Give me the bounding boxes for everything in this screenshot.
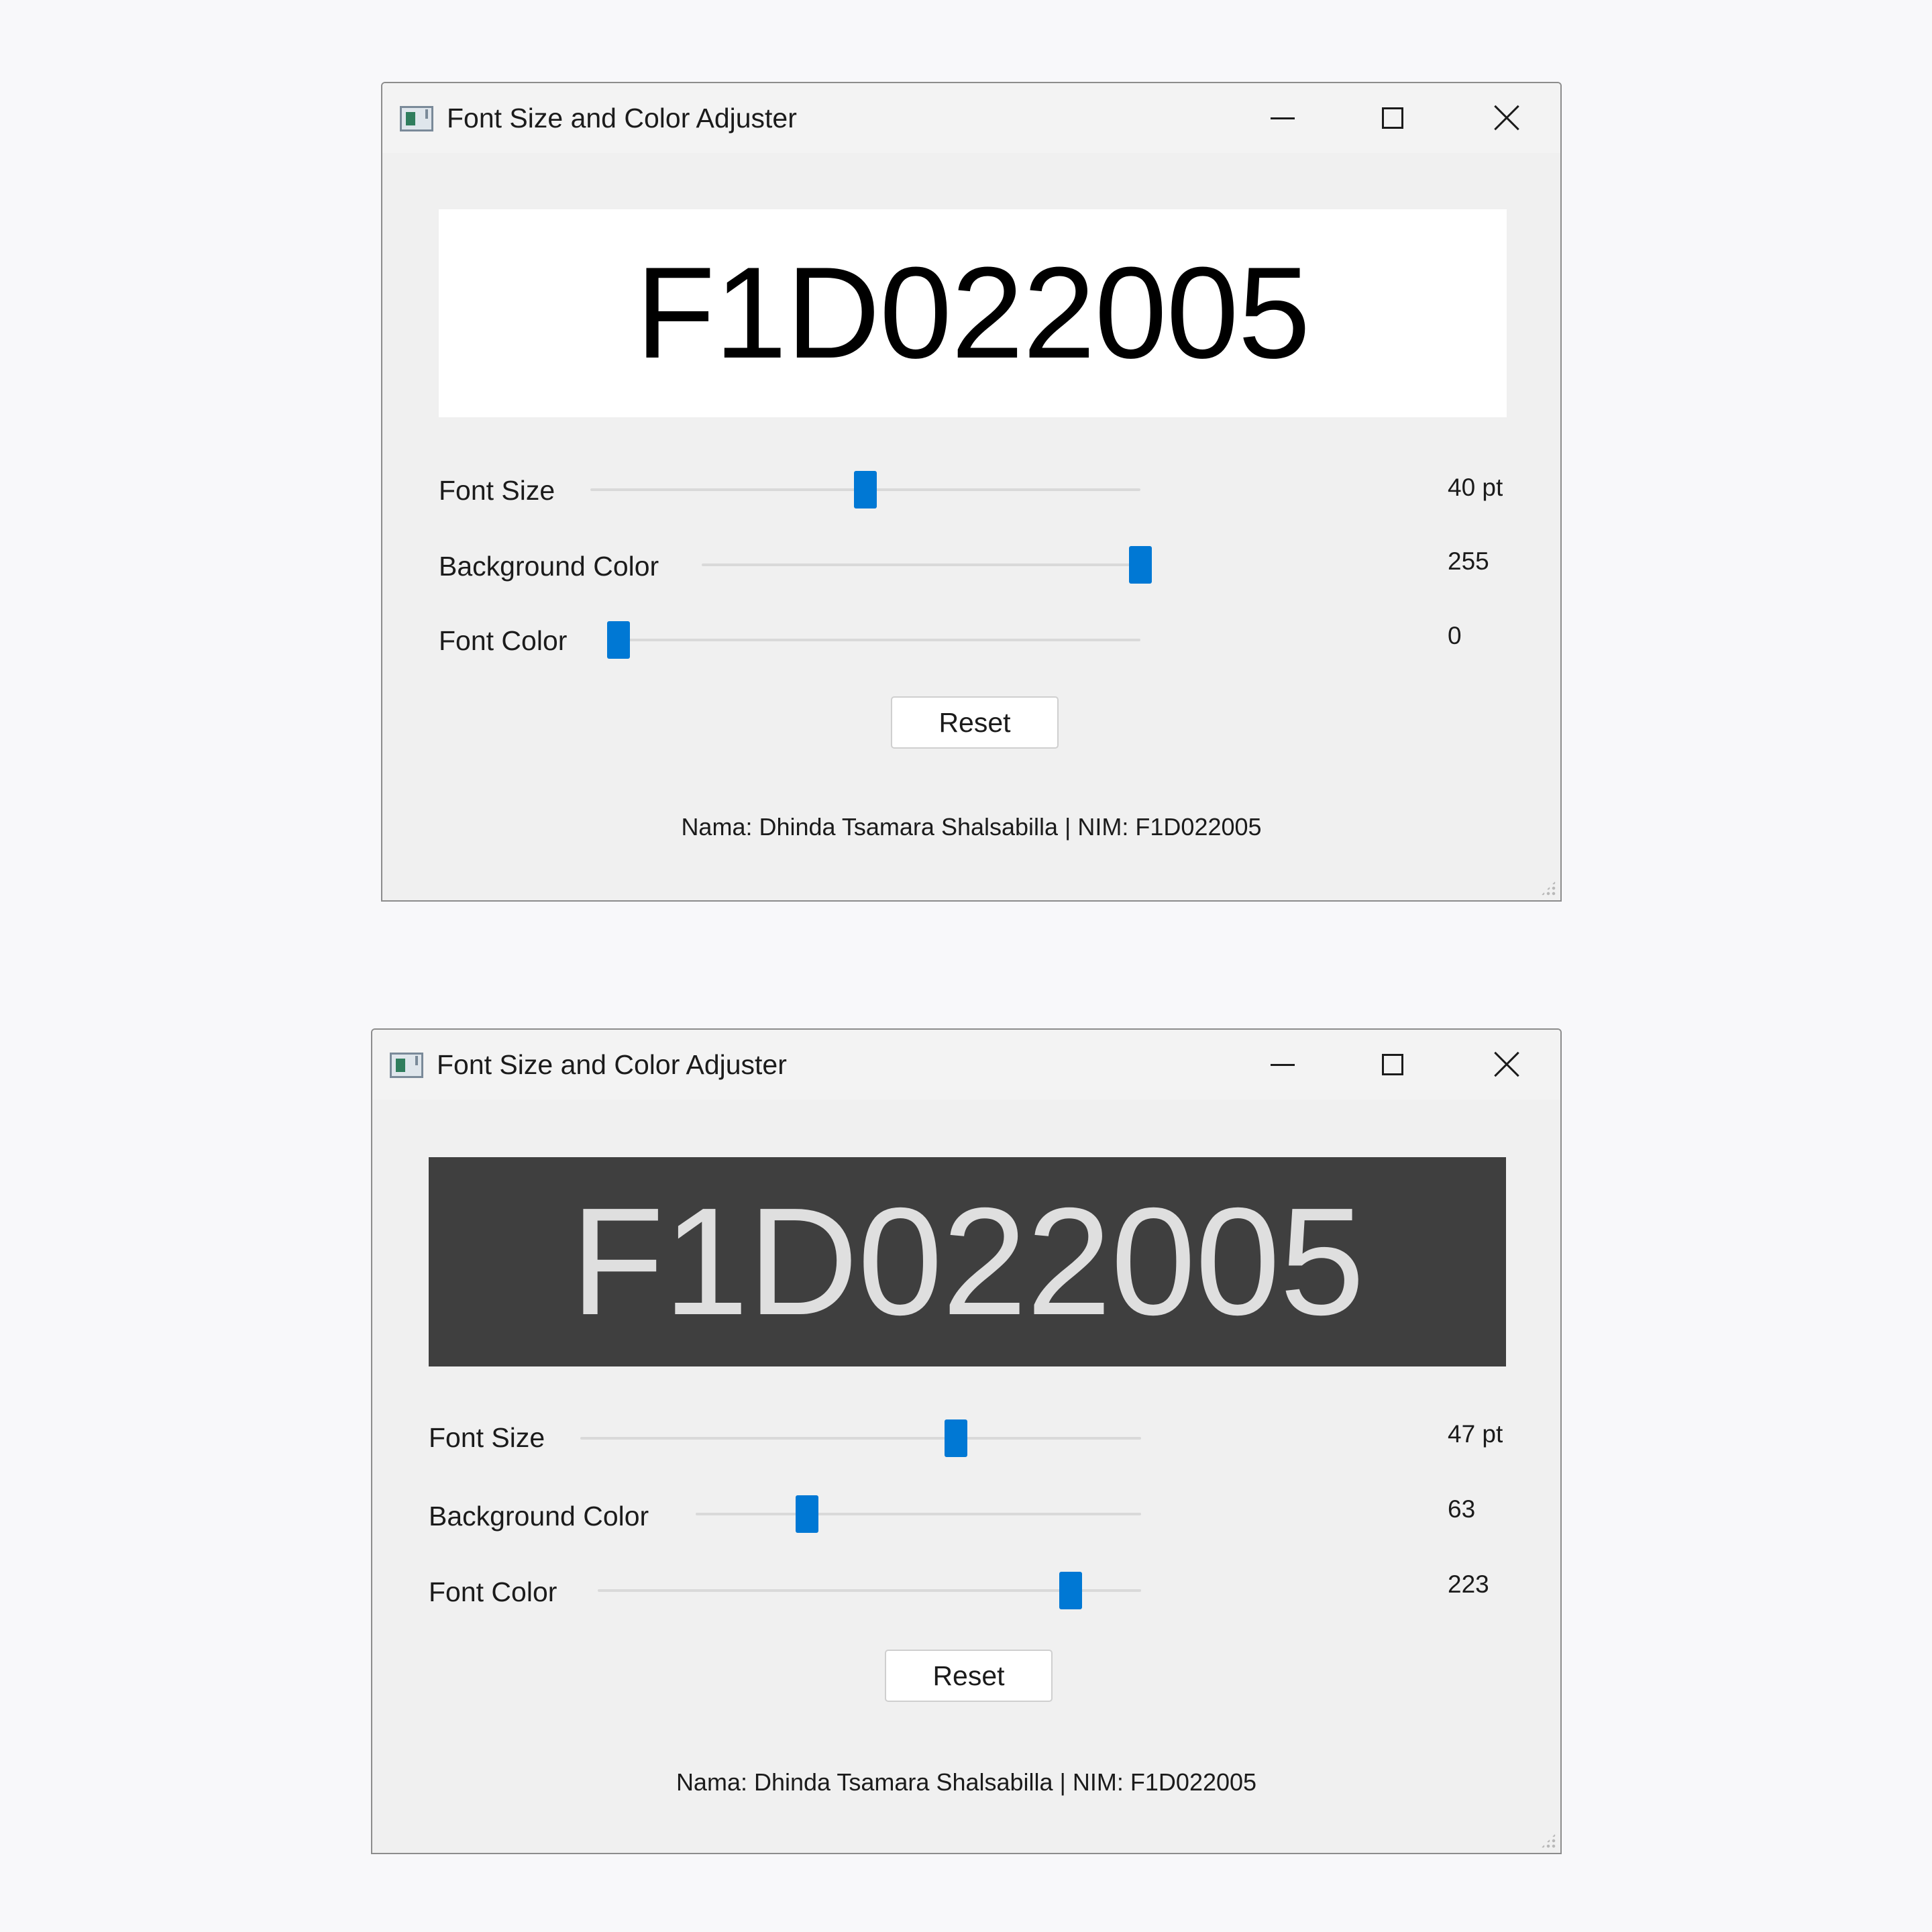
app-window: Font Size and Color Adjuster F1D022005 F… (371, 1028, 1562, 1854)
font-color-slider-thumb[interactable] (607, 621, 630, 659)
minimize-button[interactable] (1232, 83, 1339, 153)
font-size-slider-thumb[interactable] (854, 471, 877, 508)
maximize-button[interactable] (1340, 1030, 1448, 1099)
font-size-label: Font Size (429, 1422, 545, 1453)
font-size-slider-thumb[interactable] (945, 1419, 968, 1457)
resize-grip-icon[interactable] (1540, 880, 1556, 896)
font-color-slider[interactable] (598, 1572, 1141, 1609)
font-color-value: 0 (1448, 622, 1462, 649)
minimize-button[interactable] (1232, 1030, 1339, 1099)
background-color-value: 63 (1448, 1495, 1476, 1523)
font-color-slider-thumb[interactable] (1059, 1572, 1082, 1609)
minimize-icon (1271, 1064, 1295, 1066)
font-size-slider[interactable] (590, 471, 1140, 508)
title-bar[interactable]: Font Size and Color Adjuster (382, 83, 1560, 153)
reset-button[interactable]: Reset (885, 1650, 1053, 1702)
preview-panel: F1D022005 (429, 1157, 1506, 1366)
student-info: Nama: Dhinda Tsamara Shalsabilla | NIM: … (676, 1768, 1257, 1796)
font-color-slider[interactable] (607, 621, 1140, 659)
background-color-slider[interactable] (702, 546, 1152, 584)
preview-text: F1D022005 (570, 1177, 1365, 1347)
window-title: Font Size and Color Adjuster (437, 1049, 787, 1080)
preview-panel: F1D022005 (439, 209, 1507, 417)
app-window: Font Size and Color Adjuster F1D022005 F… (381, 82, 1562, 902)
background-color-value: 255 (1448, 547, 1489, 575)
font-size-label: Font Size (439, 475, 555, 506)
font-size-value: 47 pt (1448, 1420, 1503, 1448)
close-button[interactable] (1453, 83, 1560, 153)
background-color-slider[interactable] (696, 1495, 1141, 1533)
font-size-slider[interactable] (580, 1419, 1141, 1457)
app-icon (390, 1053, 423, 1078)
close-icon (1493, 1051, 1520, 1078)
app-icon (400, 106, 433, 131)
background-color-slider-thumb[interactable] (796, 1495, 818, 1533)
font-color-label: Font Color (439, 625, 568, 656)
background-color-label: Background Color (439, 551, 659, 582)
background-color-label: Background Color (429, 1501, 649, 1532)
maximize-icon (1382, 107, 1403, 129)
student-info: Nama: Dhinda Tsamara Shalsabilla | NIM: … (681, 813, 1262, 841)
resize-grip-icon[interactable] (1540, 1833, 1556, 1849)
font-color-value: 223 (1448, 1570, 1489, 1598)
title-bar[interactable]: Font Size and Color Adjuster (372, 1030, 1560, 1099)
background-color-slider-thumb[interactable] (1129, 546, 1152, 584)
preview-text: F1D022005 (635, 240, 1311, 386)
close-icon (1493, 105, 1520, 131)
font-size-value: 40 pt (1448, 474, 1503, 501)
close-button[interactable] (1453, 1030, 1560, 1099)
minimize-icon (1271, 117, 1295, 119)
maximize-icon (1382, 1054, 1403, 1075)
reset-button[interactable]: Reset (891, 696, 1059, 749)
window-title: Font Size and Color Adjuster (447, 103, 797, 133)
maximize-button[interactable] (1340, 83, 1448, 153)
font-color-label: Font Color (429, 1576, 557, 1607)
